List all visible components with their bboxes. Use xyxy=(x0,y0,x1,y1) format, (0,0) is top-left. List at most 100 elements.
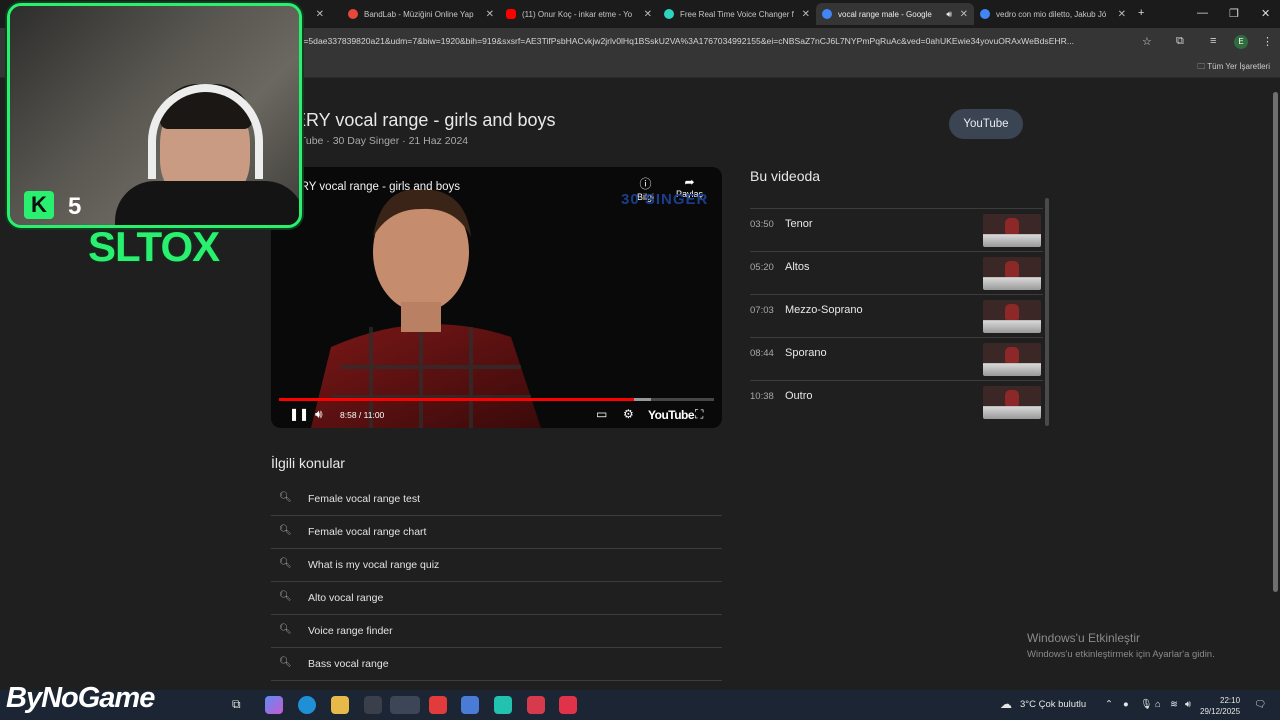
chapter-item[interactable]: 07:03 Mezzo-Soprano xyxy=(750,294,1043,337)
related-label: Voice range finder xyxy=(308,625,393,637)
chapter-time: 08:44 xyxy=(750,348,774,359)
tab-google-2[interactable]: vedro con mio diletto, Jakub Jó ✕ xyxy=(974,3,1132,25)
player-title[interactable]: ERY vocal range - girls and boys xyxy=(293,181,460,193)
youtube-favicon-icon xyxy=(506,9,516,19)
tab-youtube[interactable]: (11) Onur Koç - inkar etme - Yo ✕ xyxy=(500,3,658,25)
chapter-item[interactable]: 08:44 Sporano xyxy=(750,337,1043,380)
extensions-icon[interactable]: ⧉ xyxy=(1176,35,1184,48)
close-tab-icon[interactable]: ✕ xyxy=(644,9,652,20)
network-icon[interactable]: ⌂ xyxy=(1155,699,1161,710)
time-display: 8:58 / 11:00 xyxy=(340,410,385,420)
tab-voice-changer[interactable]: Free Real Time Voice Changer f ✕ xyxy=(658,3,816,25)
clock-time: 22:10 xyxy=(1220,696,1241,705)
related-item[interactable]: 🔍︎ Female vocal range test xyxy=(271,483,722,516)
streamer-name: SLTOX xyxy=(88,223,220,270)
youtube-logo[interactable]: YouTube xyxy=(648,408,695,422)
related-item[interactable]: 🔍︎ Bass vocal range xyxy=(271,648,722,681)
app-icon[interactable] xyxy=(527,696,545,714)
file-explorer-icon[interactable] xyxy=(331,696,349,714)
chapter-time: 10:38 xyxy=(750,391,774,402)
chapter-time: 03:50 xyxy=(750,219,774,230)
clock-date: 29/12/2025 xyxy=(1200,707,1241,716)
chapter-item[interactable]: 03:50 Tenor xyxy=(750,208,1043,251)
subtitles-icon[interactable]: ▭ xyxy=(596,407,607,421)
speaker-icon[interactable]: 🔊︎ xyxy=(946,9,952,20)
close-tab-icon[interactable]: ✕ xyxy=(1118,9,1126,20)
close-window-icon[interactable]: ✕ xyxy=(1261,7,1270,20)
scrollbar-thumb[interactable] xyxy=(1273,92,1278,592)
video-player[interactable]: ERY vocal range - girls and boys ⓘ Bilgi … xyxy=(271,167,722,428)
chapter-time: 07:03 xyxy=(750,305,774,316)
google-favicon-icon xyxy=(822,9,832,19)
google-favicon-icon xyxy=(980,9,990,19)
video-meta: uTube · 30 Day Singer · 21 Haz 2024 xyxy=(294,135,469,147)
app-icon[interactable] xyxy=(494,696,512,714)
chapters-list: 03:50 Tenor 05:20 Altos 07:03 Mezzo-Sopr… xyxy=(750,198,1043,426)
pause-icon[interactable]: ❚❚ xyxy=(289,407,309,421)
address-bar[interactable]: esv=5dae337839820a21&udm=7&biw=1920&bih=… xyxy=(290,36,1130,46)
chapter-item[interactable]: 05:20 Altos xyxy=(750,251,1043,294)
close-tab-icon[interactable]: ✕ xyxy=(802,9,810,20)
related-item[interactable]: 🔍︎ Voice range finder xyxy=(271,615,722,648)
all-bookmarks-label: Tüm Yer İşaretleri xyxy=(1207,62,1270,71)
wifi-icon[interactable]: ≋ xyxy=(1170,699,1178,710)
wps-icon[interactable] xyxy=(429,696,447,714)
search-icon: 🔍︎ xyxy=(279,525,292,536)
info-icon: ⓘ xyxy=(639,177,652,191)
app-icon[interactable] xyxy=(461,696,479,714)
tab-bandlab[interactable]: BandLab - Müziğini Online Yap ✕ xyxy=(342,3,500,25)
tray-chevron-icon[interactable]: ⌃ xyxy=(1105,699,1113,710)
chapters-heading: Bu videoda xyxy=(750,168,821,184)
progress-played xyxy=(279,398,634,401)
minimize-icon[interactable]: — xyxy=(1197,7,1208,19)
system-clock[interactable]: 22:10 29/12/2025 xyxy=(1200,695,1240,717)
chapter-item[interactable]: 10:38 Outro xyxy=(750,380,1043,423)
tray-apps-icon[interactable]: ● xyxy=(1123,699,1129,710)
volume-tray-icon[interactable]: 🔊︎ xyxy=(1185,699,1191,710)
maximize-icon[interactable]: ❐ xyxy=(1229,7,1239,20)
related-item[interactable]: 🔍︎ Alto vocal range xyxy=(271,582,722,615)
tab-google-active[interactable]: vocal range male - Google 🔊︎ ✕ xyxy=(816,3,974,25)
copilot-icon[interactable] xyxy=(265,696,283,714)
related-heading: İlgili konular xyxy=(271,455,345,471)
search-icon: 🔍︎ xyxy=(279,492,292,503)
search-icon: 🔍︎ xyxy=(279,657,292,668)
new-tab-button[interactable]: + xyxy=(1138,7,1144,19)
task-view-icon[interactable]: ⧉ xyxy=(232,697,241,712)
menu-dots-icon[interactable]: ⋮ xyxy=(1262,35,1273,48)
chapter-thumbnail xyxy=(983,300,1041,333)
notifications-icon[interactable]: 🗨︎ xyxy=(1254,699,1266,710)
weather-text[interactable]: 3°C Çok bulutlu xyxy=(1020,699,1086,710)
chrome-active-icon[interactable] xyxy=(390,696,420,714)
chapter-thumbnail xyxy=(983,386,1041,419)
close-tab-icon[interactable]: ✕ xyxy=(486,9,494,20)
close-tab-icon[interactable]: ✕ xyxy=(316,9,324,20)
app-icon[interactable] xyxy=(559,696,577,714)
media-control-icon[interactable]: ≡ xyxy=(1210,35,1216,47)
chapters-scrollbar[interactable] xyxy=(1045,198,1049,426)
settings-gear-icon[interactable]: ⚙ xyxy=(623,407,634,421)
related-item[interactable]: 🔍︎ Female vocal range chart xyxy=(271,516,722,549)
mic-icon[interactable]: 🎙︎ xyxy=(1140,699,1152,710)
tab-label: (11) Onur Koç - inkar etme - Yo xyxy=(522,9,633,19)
related-label: Bass vocal range xyxy=(308,658,389,670)
chapter-name: Sporano xyxy=(785,347,827,359)
chapter-name: Altos xyxy=(785,261,810,273)
edge-icon[interactable] xyxy=(298,696,316,714)
page-scrollbar[interactable] xyxy=(1270,78,1280,684)
close-tab-icon[interactable]: ✕ xyxy=(960,9,968,20)
all-bookmarks-folder[interactable]: 🗀 Tüm Yer İşaretleri xyxy=(1197,61,1270,75)
profile-avatar[interactable]: E xyxy=(1234,35,1248,49)
chapter-name: Mezzo-Soprano xyxy=(785,304,863,316)
bookmark-star-icon[interactable]: ☆ xyxy=(1142,35,1152,48)
related-item[interactable]: 🔍︎ What is my vocal range quiz xyxy=(271,549,722,582)
open-in-youtube-button[interactable]: YouTube xyxy=(949,109,1023,139)
weather-icon: ☁ xyxy=(1000,697,1012,711)
tab-label: Free Real Time Voice Changer f xyxy=(680,9,794,19)
volume-icon[interactable]: 🔊︎ xyxy=(315,407,323,422)
fullscreen-icon[interactable]: ⛶ xyxy=(695,407,703,422)
store-icon[interactable] xyxy=(364,696,382,714)
progress-bar[interactable] xyxy=(279,398,714,401)
video-title[interactable]: ERY vocal range - girls and boys xyxy=(294,110,555,131)
bandlab-favicon-icon xyxy=(348,9,358,19)
